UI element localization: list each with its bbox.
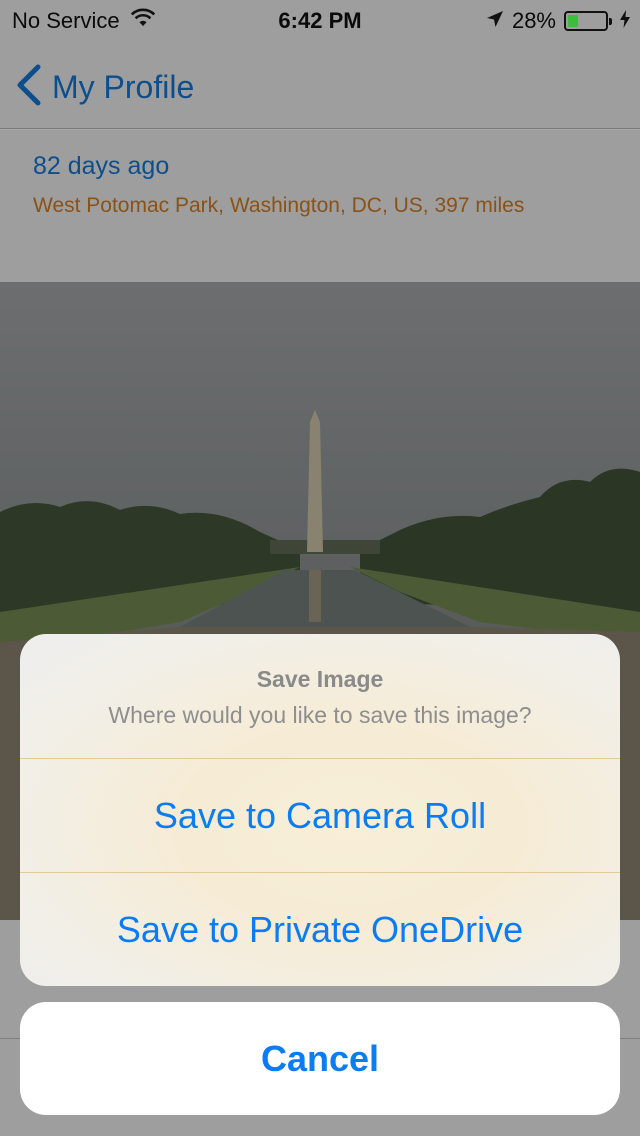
action-sheet-title: Save Image <box>256 666 384 692</box>
cancel-button[interactable]: Cancel <box>20 1002 620 1115</box>
post-location[interactable]: West Potomac Park, Washington, DC, US, 3… <box>33 194 524 218</box>
save-to-onedrive-button[interactable]: Save to Private OneDrive <box>20 873 620 986</box>
back-button[interactable]: My Profile <box>14 64 194 111</box>
action-sheet: Save Image Where would you like to save … <box>20 634 620 986</box>
status-bar: No Service 6:42 PM 28% <box>0 0 640 40</box>
save-to-camera-roll-button[interactable]: Save to Camera Roll <box>20 759 620 872</box>
battery-level <box>568 15 579 27</box>
action-sheet-header: Save Image Where would you like to save … <box>20 634 620 758</box>
status-right: 28% <box>486 8 630 34</box>
chevron-left-icon <box>14 64 42 111</box>
charging-bolt-icon <box>620 8 630 34</box>
navigation-bar: My Profile <box>0 40 640 129</box>
post-meta: 82 days ago West Potomac Park, Washingto… <box>0 130 640 282</box>
battery-percent: 28% <box>511 8 556 33</box>
action-sheet-message: Where would you like to save this image? <box>108 702 532 728</box>
post-time-ago: 82 days ago <box>33 152 170 180</box>
location-arrow-icon <box>486 8 504 34</box>
back-button-label: My Profile <box>52 69 195 105</box>
battery-icon <box>564 11 612 31</box>
